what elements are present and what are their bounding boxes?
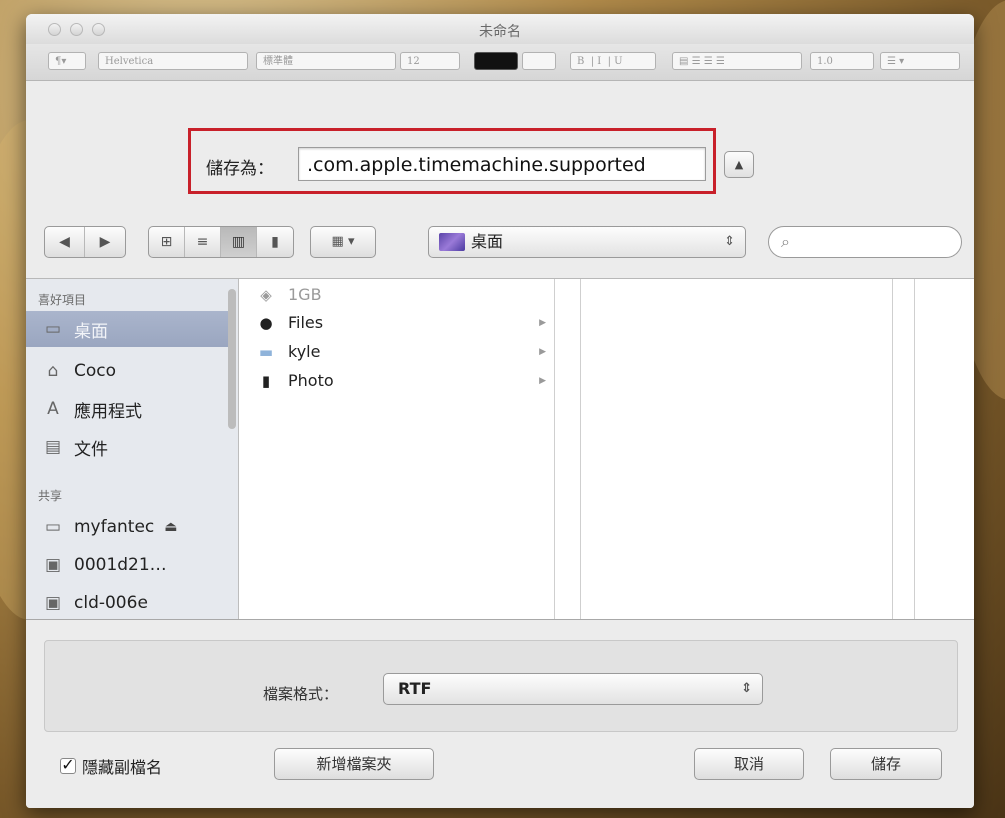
forward-arrow-icon[interactable]: ▶ — [85, 227, 125, 257]
arrange-menu-button[interactable]: ▦ ▾ — [310, 226, 376, 258]
cancel-button[interactable]: 取消 — [694, 748, 804, 780]
sidebar-item-server-1[interactable]: ▣ 0001d21… — [26, 547, 232, 583]
list-view-icon[interactable]: ≡ — [185, 227, 221, 257]
folder-icon: ▬ — [258, 342, 274, 361]
highlight-color-well[interactable] — [522, 52, 556, 70]
eject-icon[interactable]: ⏏ — [164, 519, 177, 535]
title-bar: 未命名 — [26, 14, 974, 44]
file-name: 1GB — [288, 285, 322, 304]
hide-extension-label: 隱藏副檔名 — [82, 758, 163, 777]
sidebar-scrollbar[interactable] — [228, 289, 236, 429]
trash-icon: ▮ — [261, 371, 271, 390]
coverflow-view-icon[interactable]: ▮ — [257, 227, 293, 257]
location-popup[interactable]: 桌面 ⇕ — [428, 226, 746, 258]
file-format-label: 檔案格式： — [263, 685, 339, 703]
save-as-row: 儲存為： .com.apple.timemachine.supported ▲ — [26, 100, 974, 210]
font-size-field[interactable]: 12 — [400, 52, 460, 70]
column-resize-gutter[interactable] — [892, 279, 915, 619]
new-folder-button[interactable]: 新增檔案夾 — [274, 748, 434, 780]
display-icon: ▭ — [44, 517, 62, 537]
desktop-folder-icon — [439, 232, 465, 251]
bold-button[interactable]: B — [577, 56, 584, 67]
sidebar-item-myfantec[interactable]: ▭ myfantec ⏏ — [26, 509, 232, 545]
favorites-header: 喜好項目 — [38, 293, 87, 307]
italic-button[interactable]: I — [597, 56, 601, 67]
checkbox-checked-icon: ✓ — [60, 755, 76, 774]
sidebar-item-server-2[interactable]: ▣ cld-006e — [26, 585, 232, 621]
save-sheet: 儲存為： .com.apple.timemachine.supported ▲ … — [26, 100, 974, 808]
font-family-popup[interactable]: Helvetica — [98, 52, 248, 70]
column-1: ◈ 1GB ● Files ▶ ▬ kyle ▶ ▮ Photo ▶ — [240, 279, 555, 619]
desktop-icon: ▭ — [44, 319, 62, 339]
save-as-label: 儲存為： — [206, 159, 274, 179]
file-name: Photo — [288, 371, 334, 390]
search-field[interactable]: ⌕ — [768, 226, 962, 258]
icon-view-icon[interactable]: ⊞ — [149, 227, 185, 257]
bold-italic-underline-group[interactable]: B | I | U — [570, 52, 656, 70]
back-forward-buttons: ◀ ▶ — [44, 226, 126, 258]
sidebar-item-label: 0001d21… — [74, 555, 167, 575]
list-item[interactable]: ▬ kyle ▶ — [256, 342, 546, 361]
format-panel: 檔案格式： RTF ⇕ — [44, 640, 958, 732]
underline-button[interactable]: U — [614, 56, 622, 67]
popup-arrows-icon: ⇕ — [741, 681, 752, 696]
save-button[interactable]: 儲存 — [830, 748, 942, 780]
list-item[interactable]: ● Files ▶ — [256, 313, 546, 332]
location-label: 桌面 — [471, 232, 504, 251]
hide-extension-checkbox[interactable]: ✓ 隱藏副檔名 — [60, 754, 162, 778]
drive-icon: ◈ — [260, 285, 272, 304]
back-arrow-icon[interactable]: ◀ — [45, 227, 85, 257]
text-color-well[interactable] — [474, 52, 518, 70]
file-format-popup[interactable]: RTF ⇕ — [383, 673, 763, 705]
list-style-popup[interactable]: ☰ ▾ — [880, 52, 960, 70]
arrange-grid-icon: ▦ — [331, 234, 344, 249]
server-icon: ▣ — [44, 555, 62, 575]
file-name: Files — [288, 313, 324, 332]
save-dialog-window: 未命名 ¶▾ Helvetica 標準體 12 B | I | U ▤ ☰ ☰ … — [26, 14, 974, 808]
sidebar-item-label: cld-006e — [74, 593, 148, 613]
paragraph-style-popup[interactable]: ¶▾ — [48, 52, 86, 70]
column-resize-gutter[interactable] — [554, 279, 581, 619]
sidebar-item-documents[interactable]: ▤ 文件 — [26, 429, 232, 465]
app-icon: ● — [259, 313, 273, 332]
sidebar-item-label: 桌面 — [74, 321, 108, 342]
column-view-icon[interactable]: ▥ — [221, 227, 257, 257]
chevron-right-icon: ▶ — [539, 317, 546, 328]
list-item[interactable]: ▮ Photo ▶ — [256, 371, 546, 390]
sidebar: 喜好項目 ▭ 桌面 ⌂ Coco A 應用程式 ▤ 文件 共享 ▭ myfant… — [26, 279, 239, 619]
file-format-value: RTF — [398, 679, 432, 698]
documents-icon: ▤ — [44, 437, 62, 457]
line-spacing-popup[interactable]: 1.0 — [810, 52, 874, 70]
chevron-right-icon: ▶ — [539, 346, 546, 357]
server-icon: ▣ — [44, 593, 62, 613]
file-browser: 喜好項目 ▭ 桌面 ⌂ Coco A 應用程式 ▤ 文件 共享 ▭ myfant… — [26, 278, 974, 620]
view-mode-buttons: ⊞ ≡ ▥ ▮ — [148, 226, 294, 258]
alignment-buttons[interactable]: ▤ ☰ ☰ ☰ — [672, 52, 802, 70]
chevron-right-icon: ▶ — [539, 375, 546, 386]
font-style-popup[interactable]: 標準體 — [256, 52, 396, 70]
sidebar-item-applications[interactable]: A 應用程式 — [26, 391, 232, 427]
shared-header: 共享 — [38, 489, 63, 503]
collapse-disclosure-button[interactable]: ▲ — [724, 151, 754, 178]
list-item[interactable]: ◈ 1GB — [256, 285, 546, 304]
column-2 — [580, 279, 893, 619]
window-title: 未命名 — [479, 24, 521, 40]
sidebar-item-desktop[interactable]: ▭ 桌面 — [26, 311, 232, 347]
sidebar-item-coco[interactable]: ⌂ Coco — [26, 353, 232, 389]
home-icon: ⌂ — [47, 361, 59, 381]
popup-arrows-icon: ⇕ — [724, 234, 735, 249]
sidebar-item-label: Coco — [74, 361, 117, 381]
sidebar-item-label: 應用程式 — [74, 401, 142, 422]
save-as-field[interactable]: .com.apple.timemachine.supported — [298, 147, 706, 181]
file-name: kyle — [288, 342, 321, 361]
sidebar-item-label: 文件 — [74, 439, 108, 460]
applications-icon: A — [47, 399, 59, 419]
search-icon: ⌕ — [781, 232, 790, 251]
sidebar-item-label: myfantec — [74, 517, 155, 537]
format-toolbar: ¶▾ Helvetica 標準體 12 B | I | U ▤ ☰ ☰ ☰ 1.… — [26, 44, 974, 81]
